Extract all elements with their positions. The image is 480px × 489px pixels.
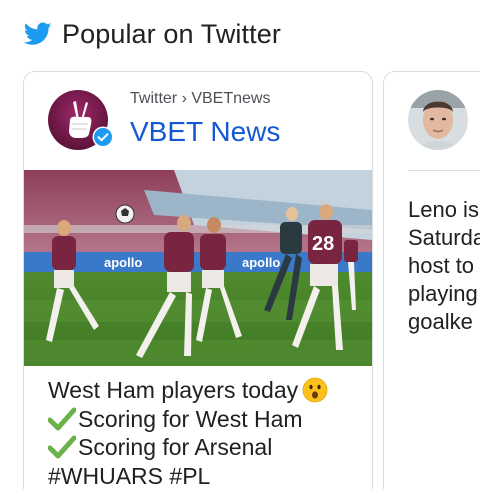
svg-text:apollo: apollo: [242, 255, 280, 270]
tweet-text[interactable]: West Ham players today Scoring for West …: [48, 376, 358, 489]
section-title: Popular on Twitter: [62, 18, 281, 49]
avatar[interactable]: [408, 90, 468, 150]
tweet-source-breadcrumb[interactable]: Twitter › VBETnews: [130, 90, 270, 108]
tweet-card[interactable]: Twitter › VBETnews VBET News apollo apol…: [23, 71, 373, 489]
verified-badge-icon: [92, 126, 114, 148]
tweet-image[interactable]: apollo apollo 28: [24, 170, 372, 366]
jersey-number: 28: [312, 233, 334, 255]
divider: [408, 170, 480, 171]
check-mark-icon: [48, 407, 76, 430]
twitter-bird-icon: [24, 22, 52, 45]
tweet-card[interactable]: Leno is Saturda host to playing goalke: [383, 71, 480, 489]
tweet-line: West Ham players today: [48, 376, 358, 405]
tweet-hashtags[interactable]: #WHUARS #PL: [48, 462, 358, 489]
tweet-line: Scoring for West Ham: [48, 405, 358, 434]
popular-on-twitter-widget: Popular on Twitter Twitter › VBETnews VB…: [0, 0, 480, 489]
check-mark-icon: [48, 435, 76, 459]
tweet-line: Scoring for Arsenal: [48, 433, 358, 462]
tweet-text[interactable]: Leno is Saturda host to playing goalke: [408, 196, 480, 336]
surprised-face-emoji-icon: [302, 377, 328, 403]
author-name-link[interactable]: VBET News: [130, 116, 280, 148]
user-photo-avatar: [408, 90, 468, 150]
svg-text:apollo: apollo: [104, 255, 142, 270]
section-header: Popular on Twitter: [24, 14, 281, 54]
